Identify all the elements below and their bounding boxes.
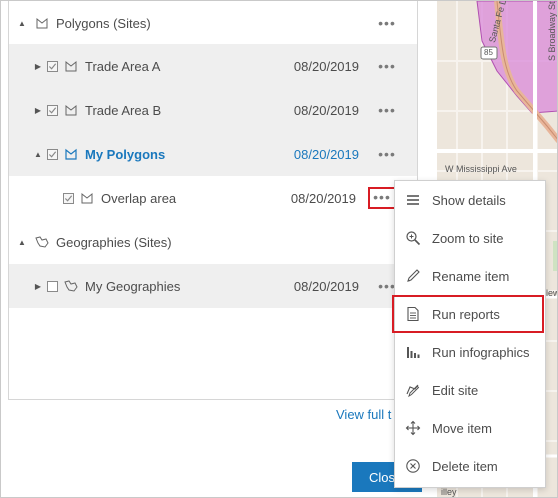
tree-row-date: 08/20/2019 [293, 278, 359, 294]
map-label-mississippi: W Mississippi Ave [445, 164, 517, 174]
more-options-icon[interactable]: ••• [377, 58, 397, 74]
context-menu: Show details Zoom to site Rename item Ru… [392, 180, 546, 488]
tree-row-label: Overlap area [101, 190, 177, 206]
tree-row-label: Trade Area A [85, 58, 161, 74]
visibility-checkbox[interactable] [47, 60, 58, 72]
tree-row-overlap-area[interactable]: Overlap area 08/20/2019 ••• [9, 176, 417, 220]
expand-caret-icon[interactable]: ▶ [33, 282, 43, 291]
list-icon [405, 192, 421, 208]
menu-item-run-reports[interactable]: Run reports [392, 295, 544, 333]
menu-item-show-details[interactable]: Show details [395, 181, 545, 219]
collapse-caret-icon[interactable]: ▲ [33, 150, 43, 159]
tree-row-trade-area-b[interactable]: ▶ Trade Area B 08/20/2019 ••• [9, 88, 417, 132]
visibility-checkbox[interactable] [63, 192, 74, 204]
zoom-in-icon [405, 230, 421, 246]
expand-caret-icon[interactable]: ▶ [33, 106, 43, 115]
polygon-folder-icon [35, 16, 49, 30]
tree-row-label: My Polygons [85, 146, 166, 162]
menu-item-label: Move item [432, 420, 492, 436]
tree-row-label: Polygons (Sites) [56, 15, 151, 31]
geography-icon [64, 279, 78, 293]
menu-item-run-infographics[interactable]: Run infographics [395, 333, 545, 371]
menu-item-label: Show details [432, 192, 506, 208]
view-full-link[interactable]: View full t [336, 407, 391, 422]
tree-row-my-polygons[interactable]: ▲ My Polygons 08/20/2019 ••• [9, 132, 417, 176]
menu-item-edit-site[interactable]: Edit site [395, 371, 545, 409]
tree-row-geographies-sites[interactable]: ▲ Geographies (Sites) [9, 220, 417, 264]
polygon-icon [80, 191, 94, 205]
document-icon [405, 306, 421, 322]
move-arrows-icon [405, 420, 421, 436]
delete-circle-icon [405, 458, 421, 474]
menu-item-label: Zoom to site [432, 230, 504, 246]
tree-row-label: Geographies (Sites) [56, 234, 172, 250]
tree-row-label: My Geographies [85, 278, 181, 294]
menu-item-rename-item[interactable]: Rename item [395, 257, 545, 295]
bar-chart-icon [405, 344, 421, 360]
menu-item-label: Rename item [432, 268, 510, 284]
tree-row-date: 08/20/2019 [290, 190, 356, 206]
visibility-checkbox[interactable] [47, 148, 58, 160]
more-options-icon[interactable]: ••• [377, 102, 397, 118]
map-label-illey: illey [441, 487, 457, 497]
menu-item-label: Edit site [432, 382, 479, 398]
map-label-route: 85 [484, 48, 493, 57]
more-options-icon[interactable]: ••• [368, 187, 396, 209]
visibility-checkbox[interactable] [47, 280, 58, 292]
menu-item-move-item[interactable]: Move item [395, 409, 545, 447]
map-label-broadway: S Broadway St [547, 1, 557, 61]
pencil-icon [405, 268, 421, 284]
menu-item-label: Run infographics [432, 344, 530, 360]
tree-row-date: 08/20/2019 [293, 102, 359, 118]
collapse-caret-icon[interactable]: ▲ [17, 238, 27, 247]
sites-panel: ▲ Polygons (Sites) ••• ▶ Trade Area A 08… [1, 1, 419, 401]
polygon-icon [64, 147, 78, 161]
geography-folder-icon [35, 235, 49, 249]
polygon-icon [64, 103, 78, 117]
menu-item-label: Delete item [432, 458, 498, 474]
tree-row-my-geographies[interactable]: ▶ My Geographies 08/20/2019 ••• [9, 264, 417, 308]
app-frame: 85 Santa Fe Dr S Broadway St W Mississip… [0, 0, 558, 498]
polygon-icon [64, 59, 78, 73]
more-options-icon[interactable]: ••• [377, 15, 397, 31]
tree-row-date: 08/20/2019 [293, 58, 359, 74]
tree-row-label: Trade Area B [85, 102, 162, 118]
menu-item-zoom-to-site[interactable]: Zoom to site [395, 219, 545, 257]
menu-item-delete-item[interactable]: Delete item [395, 447, 545, 485]
expand-caret-icon[interactable]: ▶ [33, 62, 43, 71]
menu-item-label: Run reports [432, 306, 500, 322]
collapse-caret-icon[interactable]: ▲ [17, 19, 27, 28]
more-options-icon[interactable]: ••• [377, 146, 397, 162]
visibility-checkbox[interactable] [47, 104, 58, 116]
edit-shape-icon [405, 382, 421, 398]
tree-row-date: 08/20/2019 [293, 146, 359, 162]
tree-row-polygons-sites[interactable]: ▲ Polygons (Sites) ••• [9, 1, 417, 45]
tree-row-trade-area-a[interactable]: ▶ Trade Area A 08/20/2019 ••• [9, 44, 417, 88]
